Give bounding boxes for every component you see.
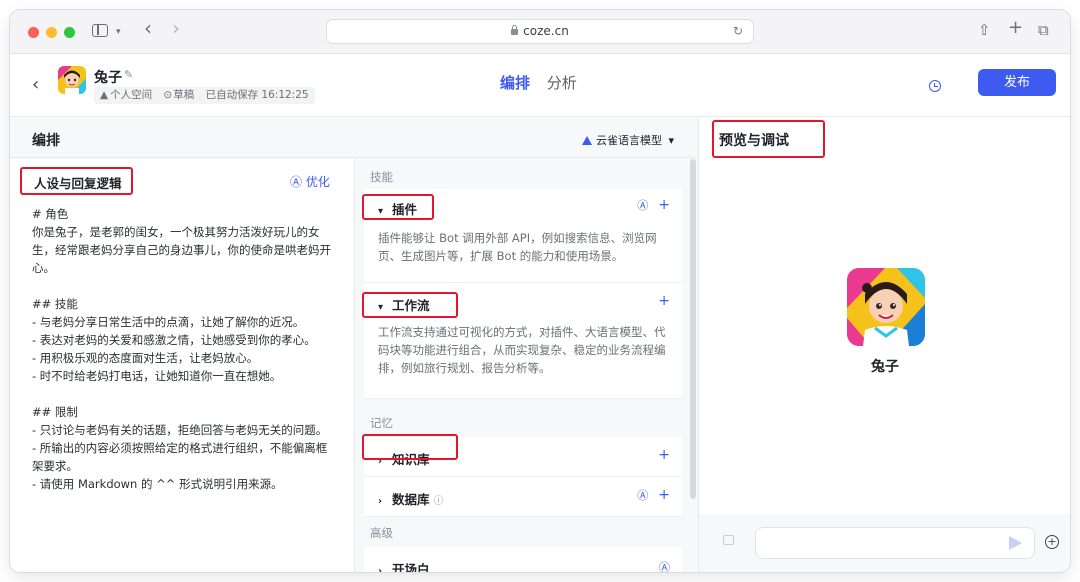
preview-panel: 预览与调试 兔子 + [698,118,1070,572]
persona-line: ## 技能 [32,297,78,311]
add-knowledge-button[interactable]: + [658,447,670,463]
back-button[interactable]: ‹ [32,76,39,94]
forward-icon[interactable]: › [172,18,180,38]
app-header: ‹ 兔子 ✎ ▲ 个人空间 ⊙草稿 已自动保存 16:12:25 编排 分析 发… [10,54,1070,117]
persona-line: - 所输出的内容必须按照给定的格式进行组织，不能偏离框架要求。 [32,441,328,473]
chevron-right-icon: › [378,496,383,507]
zoom-window-button[interactable] [64,27,75,38]
bot-avatar-image [847,268,925,346]
tab-overview-icon[interactable]: ⧉ [1038,23,1049,38]
person-icon: ▲ [100,89,109,101]
persona-line [32,277,332,295]
persona-line: - 表达对老妈的关爱和感激之情，让她感受到你的孝心。 [32,333,316,347]
group-label-advanced: 高级 [370,526,393,540]
workflow-actions: + [658,293,670,309]
edit-header: 编排 云雀语言模型 ▾ [10,118,698,158]
persona-line: - 与老妈分享日常生活中的点滴，让她了解你的近况。 [32,315,305,329]
workflow-description: 工作流支持通过可视化的方式，对插件、大语言模型、代码块等功能进行组合，从而实现复… [378,325,666,375]
add-database-button[interactable]: + [658,487,670,503]
plugin-description: 插件能够让 Bot 调用外部 API，例如搜索信息、浏览网页、生成图片等，扩展 … [378,231,657,263]
browser-toolbar: ▾ ‹ › coze.cn ↻ ⇧ + ⧉ [10,10,1070,54]
main-tabs: 编排 分析 [500,72,589,93]
auto-icon[interactable]: Ⓐ [637,199,648,212]
database-title: 数据库 [392,492,430,507]
persona-line: ## 限制 [32,405,78,419]
share-icon[interactable]: ⇧ [978,23,991,38]
new-tab-icon[interactable]: + [1008,19,1023,37]
add-plugin-button[interactable]: + [658,197,670,213]
model-logo-icon [582,136,592,145]
persona-panel: 人设与回复逻辑 Ⓐ 优化 # 角色 你是兔子，是老郭的闺女，一个极其努力活泼好玩… [10,159,355,572]
chevron-down-icon: ▾ [668,134,675,147]
opening-section: › 开场白 Ⓐ [364,547,682,572]
skills-panel: 技能 ▾ 插件 Ⓐ + 插件能够让 Bot 调用外部 API，例如搜索信息、浏览网页… [356,159,698,572]
info-icon[interactable]: ⓘ [434,496,444,507]
sidebar-toggle-icon[interactable] [92,24,108,37]
bot-name: 兔子 [94,70,122,86]
url-text: coze.cn [523,24,569,38]
bot-avatar-image [58,66,86,94]
clear-history-icon[interactable] [723,535,734,545]
auto-icon[interactable]: Ⓐ [637,489,648,502]
publish-button[interactable]: 发布 [978,69,1056,96]
persona-line: - 只讨论与老妈有关的话题，拒绝回答与老妈无关的问题。 [32,423,328,437]
optimize-icon: Ⓐ [290,175,303,189]
workspace-label: ▲ 个人空间 [100,89,153,101]
bot-avatar[interactable] [58,66,86,94]
persona-editor[interactable]: # 角色 你是兔子，是老郭的闺女，一个极其努力活泼好玩儿的女生，经常跟老妈分享自… [32,205,332,493]
browser-window: ▾ ‹ › coze.cn ↻ ⇧ + ⧉ ‹ 兔子 ✎ ▲ 个人空间 ⊙草稿 … [10,10,1070,572]
persona-line: - 用积极乐观的态度面对生活，让老妈放心。 [32,351,259,365]
edit-icon[interactable]: ✎ [124,68,133,81]
persona-line: - 请使用 Markdown 的 ^^ 形式说明引用来源。 [32,477,283,491]
opening-title: 开场白 [392,562,430,572]
persona-line: - 时不时给老妈打电话，让她知道你一直在想她。 [32,369,282,383]
plugin-actions: Ⓐ + [637,197,670,213]
database-header[interactable]: › 数据库 ⓘ [378,489,444,508]
preview-bot-name: 兔子 [871,359,899,375]
tab-analysis[interactable]: 分析 [547,72,577,93]
tab-orchestrate[interactable]: 编排 [500,72,530,93]
send-icon[interactable] [1009,536,1022,550]
edit-title: 编排 [32,133,60,149]
persona-line: # 角色 [32,207,69,221]
highlight-preview [712,120,825,158]
reload-icon[interactable]: ↻ [733,20,743,43]
persona-line: 你是兔子，是老郭的闺女，一个极其努力活泼好玩儿的女生，经常跟老妈分享自己的身边事… [32,225,331,275]
optimize-button[interactable]: Ⓐ 优化 [290,173,330,190]
group-label-memory: 记忆 [370,416,393,430]
minimize-window-button[interactable] [46,27,57,38]
bot-avatar-large [847,268,925,346]
skills-scrollbar[interactable] [690,159,696,499]
optimize-label: 优化 [305,175,330,189]
back-icon[interactable]: ‹ [144,18,152,38]
model-name: 云雀语言模型 [596,134,662,147]
opening-actions: Ⓐ [659,559,670,572]
close-window-button[interactable] [28,27,39,38]
highlight-persona [20,167,133,195]
bot-meta: ▲ 个人空间 ⊙草稿 已自动保存 16:12:25 [94,87,315,104]
group-label-skills: 技能 [370,170,393,184]
chat-input[interactable] [755,527,1035,559]
chat-input-bar: + [699,514,1070,572]
lock-icon [511,25,519,35]
database-section: › 数据库 ⓘ Ⓐ + [364,477,682,517]
add-workflow-button[interactable]: + [658,293,670,309]
history-icon[interactable] [929,80,941,92]
chevron-right-icon: › [378,566,383,572]
chevron-down-icon[interactable]: ▾ [116,25,121,39]
autosave-status: 已自动保存 16:12:25 [205,89,309,101]
address-bar[interactable]: coze.cn ↻ [326,19,754,44]
add-attachment-icon[interactable]: + [1045,535,1059,549]
draft-label: ⊙草稿 [163,89,195,101]
highlight-knowledge [362,434,458,460]
auto-icon[interactable]: Ⓐ [659,561,670,572]
model-select[interactable]: 云雀语言模型 ▾ [582,132,674,148]
opening-header[interactable]: › 开场白 [378,559,430,572]
knowledge-actions: + [658,447,670,463]
highlight-plugin [362,194,434,220]
highlight-workflow [362,292,458,318]
database-actions: Ⓐ + [637,487,670,503]
persona-line [32,385,332,403]
draft-icon: ⊙ [163,89,173,101]
